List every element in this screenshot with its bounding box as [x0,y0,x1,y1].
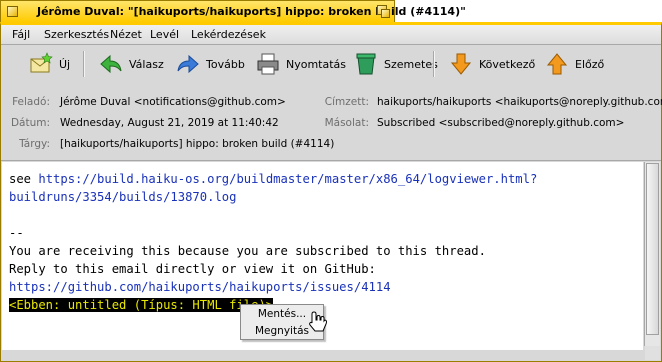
reply-arrow-icon [100,54,122,74]
date-field: Wednesday, August 21, 2019 at 11:40:42 [60,117,279,129]
cc-label: Másolat: [324,117,369,129]
to-field[interactable]: haikuports/haikuports <haikuports@norepl… [377,96,662,108]
print-label: Nyomtatás [286,57,347,71]
menu-bar: Fájl Szerkesztés Nézet Levél Lekérdezése… [1,25,661,45]
new-label: Új [59,57,71,71]
to-label: Címzett: [324,96,369,108]
prev-label: Előző [575,57,605,71]
trash-label: Szemetes [384,57,438,71]
hand-cursor-icon [309,311,327,332]
signature-separator: -- [9,226,24,240]
menu-queries[interactable]: Lekérdezések [191,28,266,41]
forward-button[interactable]: Tovább [176,49,245,79]
forward-arrow-icon [177,54,199,74]
window-title: Jérôme Duval: "[haikuports/haikuports] h… [37,5,466,18]
menu-file[interactable]: Fájl [12,28,30,41]
printer-icon [257,53,279,75]
message-headers: Feladó: Jérôme Duval <notifications@gith… [1,84,662,161]
close-box[interactable] [7,6,18,17]
trash-button[interactable]: Szemetes [354,49,438,79]
resize-handle[interactable] [645,346,660,360]
cc-field[interactable]: Subscribed <subscribed@noreply.github.co… [377,117,624,129]
vertical-scrollbar[interactable] [644,162,660,346]
menu-view[interactable]: Nézet [110,28,142,41]
menu-edit[interactable]: Szerkesztés [44,28,109,41]
zoom-box[interactable] [377,5,390,18]
from-label: Feladó: [12,96,50,108]
date-label: Dátum: [10,117,50,129]
new-mail-icon [30,52,53,73]
scrollbar-thumb[interactable] [646,163,659,335]
subject-field[interactable]: [haikuports/haikuports] hippo: broken bu… [60,138,334,150]
reply-notice: Reply to this email directly or view it … [9,262,376,276]
next-button[interactable]: Következő [449,49,535,79]
window-tab[interactable]: Jérôme Duval: "[haikuports/haikuports] h… [0,0,466,22]
prev-button[interactable]: Előző [545,49,604,79]
menu-message[interactable]: Levél [150,28,179,41]
github-issue-link[interactable]: https://github.com/haikuports/haikuports… [9,280,391,294]
from-field[interactable]: Jérôme Duval <notifications@github.com> [60,96,286,108]
forward-label: Tovább [206,57,245,71]
next-label: Következő [479,57,536,71]
build-log-link-cont[interactable]: buildruns/3354/builds/13870.log [9,190,236,204]
new-button[interactable]: Új [29,49,70,79]
toolbar: Új Válasz Tovább Nyomtatás Szemetes Köve… [1,45,661,83]
reply-label: Válasz [129,57,164,71]
subscribed-notice: You are receiving this because you are s… [9,244,486,258]
print-button[interactable]: Nyomtatás [256,49,346,79]
up-arrow-icon [546,53,568,75]
reply-button[interactable]: Válasz [99,49,164,79]
attachment-item[interactable]: <Ebben: untitled (Típus: HTML file)> [9,298,274,312]
subject-label: Tárgy: [19,138,50,150]
trash-icon [356,53,376,75]
down-arrow-icon [450,53,472,75]
see-text: see [9,172,39,186]
build-log-link[interactable]: https://build.haiku-os.org/buildmaster/m… [38,172,537,186]
